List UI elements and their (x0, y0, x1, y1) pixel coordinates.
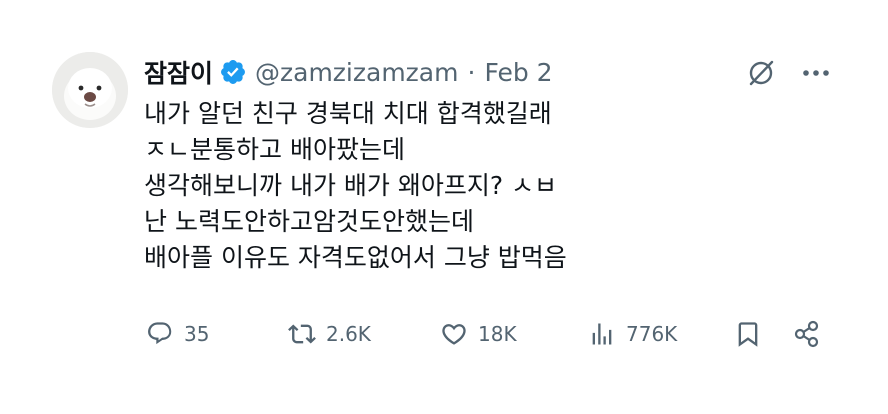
tweet-text-line: 난 노력도안하고암것도안했는데 (144, 207, 474, 236)
share-button[interactable] (792, 314, 822, 354)
tweet-text: 내가 알던 친구 경북대 치대 합격했길래 ㅈㄴ분통하고 배아팠는데 생각해보니… (144, 96, 844, 276)
views-button[interactable]: 776K (588, 314, 677, 354)
verified-badge-icon (219, 58, 247, 86)
more-dots-icon[interactable] (802, 69, 830, 77)
tweet-header: 잠잠이 @zamzizamzam · Feb 2 (144, 52, 553, 92)
reply-icon (146, 320, 174, 348)
tweet-action-bar: 35 2.6K 18K 776K (146, 314, 826, 354)
tweet-text-line: ㅈㄴ분통하고 배아팠는데 (144, 135, 405, 164)
bookmark-icon (734, 320, 762, 348)
header-separator: · (467, 57, 476, 87)
views-count: 776K (626, 322, 678, 346)
avatar[interactable] (52, 52, 128, 128)
retweet-icon (288, 320, 316, 348)
tweet-text-line: 생각해보니까 내가 배가 왜아프지? ㅅㅂ (144, 171, 558, 200)
views-chart-icon (588, 320, 616, 348)
like-button[interactable]: 18K (440, 314, 517, 354)
retweet-button[interactable]: 2.6K (288, 314, 371, 354)
grok-slash-icon[interactable] (746, 58, 776, 88)
share-icon (792, 319, 822, 349)
tweet-date[interactable]: Feb 2 (484, 58, 552, 87)
retweet-count: 2.6K (326, 322, 371, 346)
tweet-card[interactable]: 잠잠이 @zamzizamzam · Feb 2 내가 알던 친구 경북대 치대… (0, 0, 888, 414)
bookmark-button[interactable] (734, 314, 762, 354)
tweet-text-line: 내가 알던 친구 경북대 치대 합격했길래 (144, 99, 552, 128)
heart-icon (440, 320, 468, 348)
tweet-text-line: 배아플 이유도 자격도없어서 그냥 밥먹음 (144, 243, 567, 272)
author-handle[interactable]: @zamzizamzam (255, 58, 458, 87)
like-count: 18K (478, 322, 517, 346)
reply-count: 35 (184, 322, 210, 346)
seal-avatar-image (52, 52, 128, 128)
tweet-top-actions (746, 58, 830, 88)
reply-button[interactable]: 35 (146, 314, 209, 354)
display-name[interactable]: 잠잠이 (144, 54, 213, 90)
